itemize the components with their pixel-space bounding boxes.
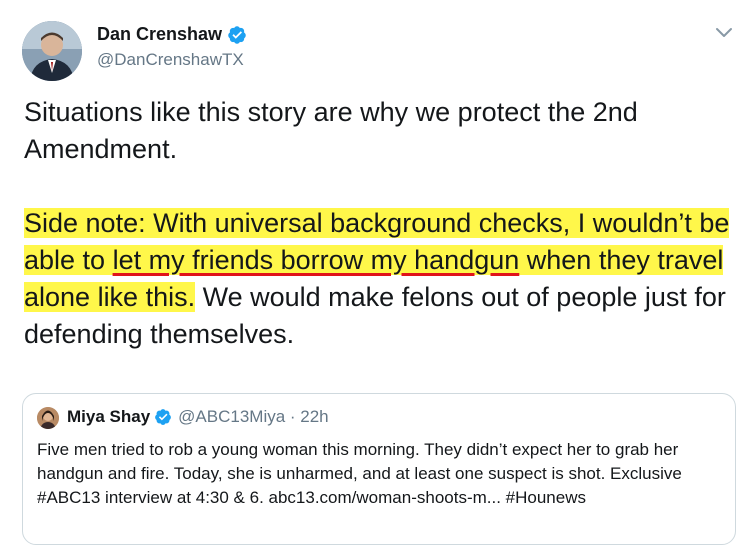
quoted-handle-time: @ABC13Miya · 22h [178, 407, 329, 426]
author-name[interactable]: Dan Crenshaw [97, 24, 222, 45]
author-avatar[interactable] [22, 21, 82, 81]
quoted-author-avatar [37, 407, 59, 429]
quoted-text: Five men tried to rob a young woman this… [37, 440, 682, 507]
quoted-header: Miya Shay @ABC13Miya · 22h [67, 407, 329, 427]
tweet-text: Situations like this story are why we pr… [24, 94, 744, 353]
underlined-phrase: let my friends borrow my handgun [112, 245, 520, 275]
tweet-paragraph-2: Side note: With universal background che… [24, 205, 744, 353]
author-handle[interactable]: @DanCrenshawTX [97, 50, 244, 70]
author-name-row: Dan Crenshaw [97, 24, 247, 45]
tweet-paragraph-1: Situations like this story are why we pr… [24, 97, 638, 164]
chevron-down-icon[interactable] [714, 26, 734, 40]
quoted-author-name: Miya Shay [67, 407, 151, 426]
verified-badge-icon [155, 409, 172, 425]
quoted-tweet[interactable]: Miya Shay @ABC13Miya · 22h Five men trie… [22, 393, 736, 545]
tweet-card: Dan Crenshaw @DanCrenshawTX Situations l… [0, 0, 753, 545]
verified-badge-icon [228, 25, 246, 44]
